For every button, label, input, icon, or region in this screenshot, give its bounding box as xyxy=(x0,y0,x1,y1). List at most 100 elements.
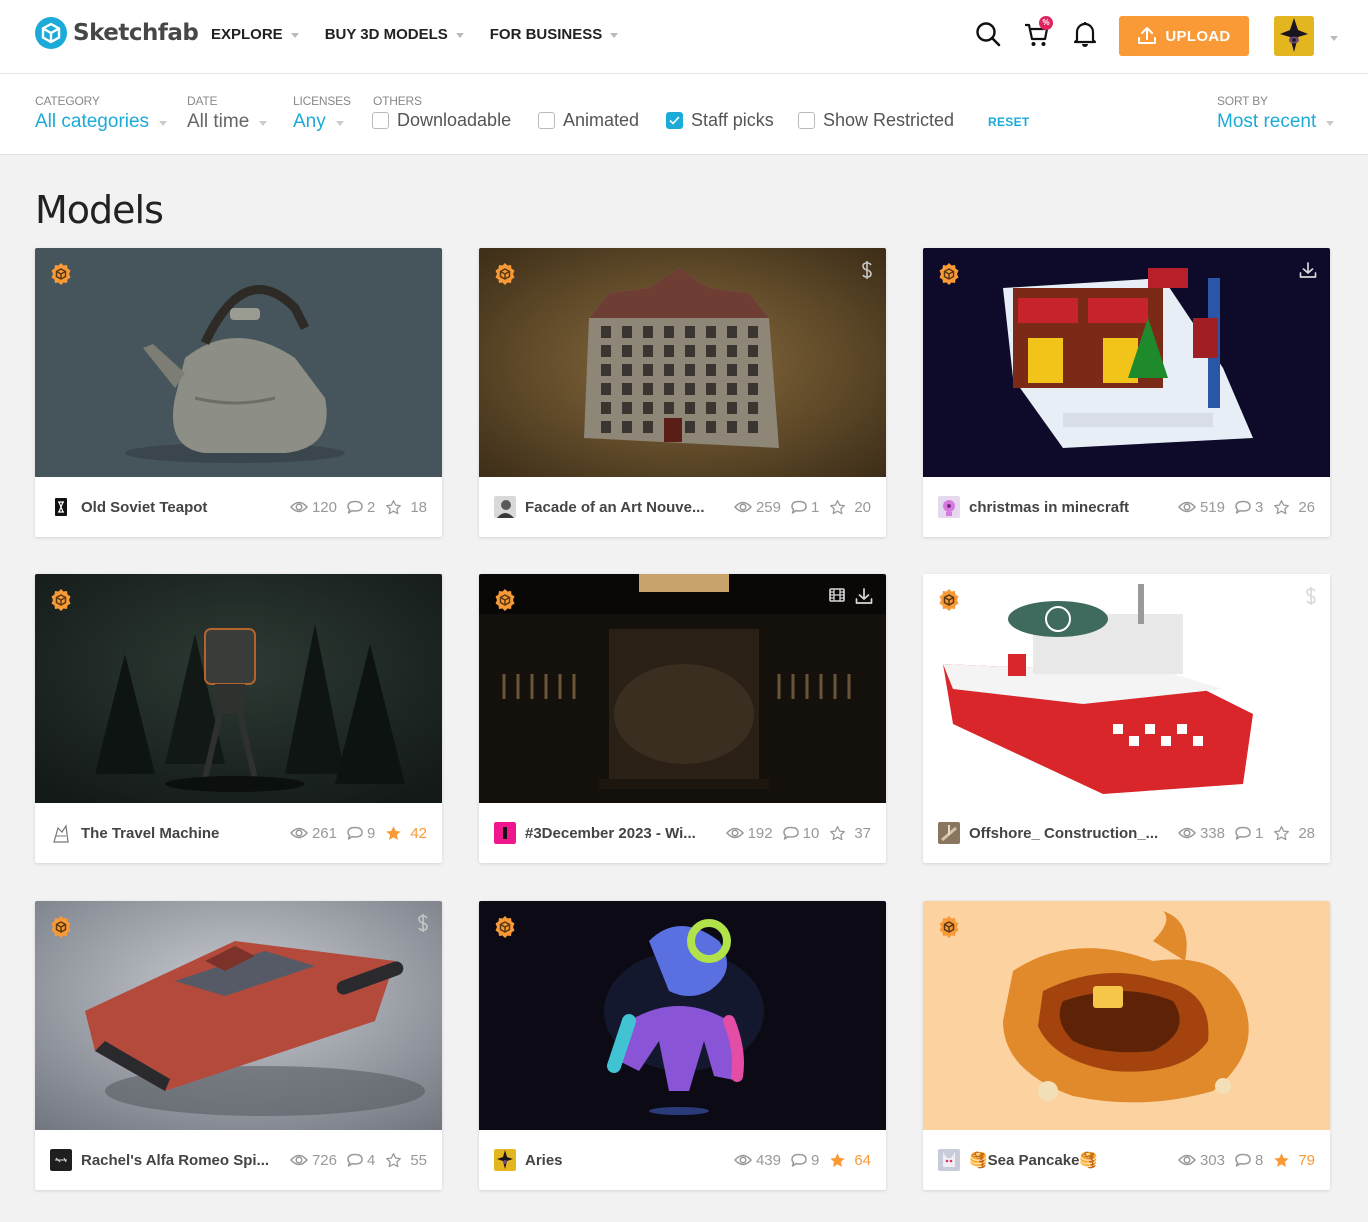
model-card[interactable]: Old Soviet Teapot 120 2 18 xyxy=(35,248,442,537)
staff-pick-badge-icon xyxy=(937,915,961,939)
downloadable-checkbox[interactable]: Downloadable xyxy=(372,110,511,131)
view-count-value: 259 xyxy=(755,498,781,516)
model-title[interactable]: Old Soviet Teapot xyxy=(81,499,280,516)
checkbox-box xyxy=(538,112,555,129)
model-thumbnail[interactable] xyxy=(479,574,886,803)
comment-count-value: 9 xyxy=(366,824,376,842)
chevron-down-icon xyxy=(610,33,619,38)
nav-for-business[interactable]: FOR BUSINESS xyxy=(490,26,619,43)
model-title[interactable]: Facade of an Art Nouve... xyxy=(525,499,724,516)
cart-icon[interactable]: % xyxy=(1023,16,1053,50)
star-filled-icon xyxy=(829,1152,850,1169)
model-title[interactable]: 🥞Sea Pancake🥞 xyxy=(969,1151,1168,1169)
model-card[interactable]: Offshore_ Construction_... 338 1 28 xyxy=(923,574,1330,863)
model-title[interactable]: christmas in minecraft xyxy=(969,499,1168,516)
author-avatar[interactable] xyxy=(50,1149,72,1171)
model-feature-icons xyxy=(1304,586,1318,611)
like-button[interactable]: 28 xyxy=(1273,825,1315,842)
model-thumbnail[interactable] xyxy=(923,901,1330,1130)
model-thumbnail[interactable] xyxy=(479,901,886,1130)
model-feature-icons xyxy=(860,260,874,285)
model-card[interactable]: Rachel's Alfa Romeo Spi... 726 4 55 xyxy=(35,901,442,1190)
model-title[interactable]: #3December 2023 - Wi... xyxy=(525,825,716,842)
model-title[interactable]: Offshore_ Construction_... xyxy=(969,825,1168,842)
author-avatar[interactable] xyxy=(938,1149,960,1171)
user-avatar[interactable] xyxy=(1274,16,1314,56)
date-value: All time xyxy=(187,111,250,132)
model-card[interactable]: Facade of an Art Nouve... 259 1 20 xyxy=(479,248,886,537)
filter-category: CATEGORY All categories xyxy=(35,94,168,133)
model-thumbnail[interactable] xyxy=(35,248,442,477)
model-thumbnail[interactable] xyxy=(923,574,1330,803)
like-button[interactable]: 64 xyxy=(829,1152,871,1169)
licenses-dropdown[interactable]: Any xyxy=(293,111,351,133)
download-icon xyxy=(854,586,874,611)
author-avatar[interactable] xyxy=(494,822,516,844)
author-avatar[interactable] xyxy=(50,496,72,518)
chevron-down-icon xyxy=(159,120,168,126)
sketchfab-logo[interactable]: Sketchfab xyxy=(35,17,199,49)
staff-picks-checkbox[interactable]: Staff picks xyxy=(666,110,774,131)
price-icon xyxy=(416,913,430,938)
search-icon[interactable] xyxy=(974,20,1004,50)
author-avatar[interactable] xyxy=(494,1149,516,1171)
sketchfab-logo-icon xyxy=(35,17,67,49)
author-avatar[interactable] xyxy=(938,496,960,518)
like-button[interactable]: 79 xyxy=(1273,1152,1315,1169)
sort-dropdown[interactable]: Most recent xyxy=(1217,111,1335,133)
top-header: Sketchfab EXPLORE BUY 3D MODELS FOR BUSI… xyxy=(0,0,1368,74)
nav-explore[interactable]: EXPLORE xyxy=(211,26,299,43)
like-button[interactable]: 37 xyxy=(829,825,871,842)
view-count: 439 xyxy=(733,1152,781,1169)
model-card-footer: Offshore_ Construction_... 338 1 28 xyxy=(923,803,1330,863)
like-button[interactable]: 20 xyxy=(829,499,871,516)
view-count: 726 xyxy=(289,1151,337,1169)
nav-explore-label: EXPLORE xyxy=(211,26,283,43)
comment-count: 10 xyxy=(782,825,819,842)
user-menu-chevron-icon[interactable] xyxy=(1330,36,1338,41)
staff-pick-badge-icon xyxy=(937,262,961,286)
author-avatar[interactable] xyxy=(50,822,72,844)
model-card[interactable]: Aries 439 9 64 xyxy=(479,901,886,1190)
model-preview-image xyxy=(35,574,442,803)
like-button[interactable]: 26 xyxy=(1273,499,1315,516)
author-avatar[interactable] xyxy=(938,822,960,844)
category-value: All categories xyxy=(35,111,150,132)
model-card[interactable]: #3December 2023 - Wi... 192 10 37 xyxy=(479,574,886,863)
author-avatar[interactable] xyxy=(494,496,516,518)
staff-pick-badge-icon xyxy=(493,915,517,939)
model-card[interactable]: The Travel Machine 261 9 42 xyxy=(35,574,442,863)
model-card[interactable]: 🥞Sea Pancake🥞 303 8 79 xyxy=(923,901,1330,1190)
category-dropdown[interactable]: All categories xyxy=(35,111,168,133)
like-button[interactable]: 18 xyxy=(385,499,427,516)
model-thumbnail[interactable] xyxy=(35,901,442,1130)
comment-icon xyxy=(791,1153,807,1167)
model-card-footer: Rachel's Alfa Romeo Spi... 726 4 55 xyxy=(35,1130,442,1190)
comment-count-value: 3 xyxy=(1254,498,1264,516)
model-thumbnail[interactable] xyxy=(35,574,442,803)
comment-count: 2 xyxy=(347,499,375,516)
download-icon xyxy=(1298,260,1318,285)
comment-count: 9 xyxy=(791,1152,819,1169)
model-title[interactable]: The Travel Machine xyxy=(81,825,280,842)
bell-icon[interactable] xyxy=(1072,20,1102,50)
star-icon xyxy=(1273,499,1294,516)
like-button[interactable]: 55 xyxy=(385,1152,427,1169)
date-dropdown[interactable]: All time xyxy=(187,111,268,133)
model-thumbnail[interactable] xyxy=(479,248,886,477)
upload-button[interactable]: UPLOAD xyxy=(1119,16,1249,56)
model-stats: 120 2 18 xyxy=(280,499,427,516)
reset-filters-button[interactable]: RESET xyxy=(988,115,1030,129)
model-preview-image xyxy=(923,248,1330,477)
nav-buy-3d-models[interactable]: BUY 3D MODELS xyxy=(325,26,464,43)
show-restricted-checkbox[interactable]: Show Restricted xyxy=(798,110,954,131)
model-title[interactable]: Rachel's Alfa Romeo Spi... xyxy=(81,1152,280,1169)
view-count: 519 xyxy=(1177,499,1225,516)
like-button[interactable]: 42 xyxy=(385,825,427,842)
star-filled-icon xyxy=(385,825,406,842)
view-count-value: 726 xyxy=(311,1151,337,1169)
model-card[interactable]: christmas in minecraft 519 3 26 xyxy=(923,248,1330,537)
animated-checkbox[interactable]: Animated xyxy=(538,110,639,131)
model-thumbnail[interactable] xyxy=(923,248,1330,477)
model-title[interactable]: Aries xyxy=(525,1152,724,1169)
